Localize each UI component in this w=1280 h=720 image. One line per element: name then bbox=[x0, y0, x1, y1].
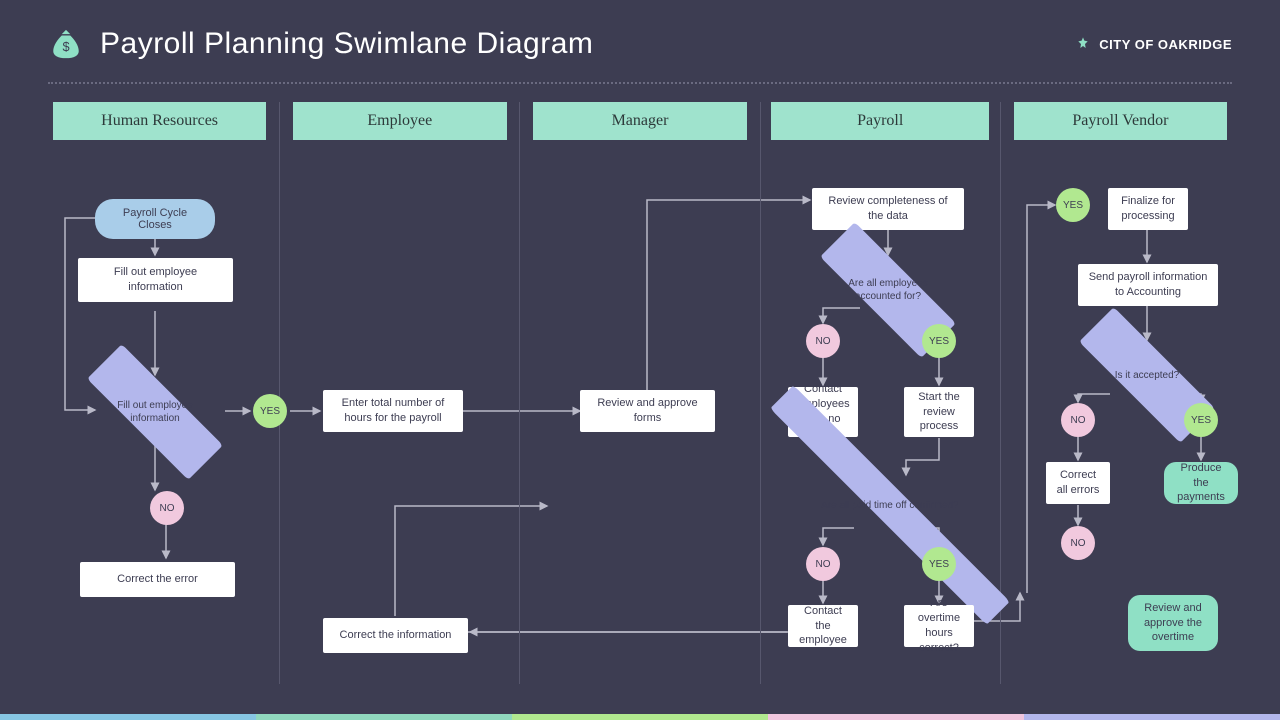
hr-correct: Correct the error bbox=[80, 562, 235, 597]
lane-header-emp: Employee bbox=[293, 102, 507, 140]
ven-accepted: Is it accepted? bbox=[1092, 340, 1202, 410]
hr-no: NO bbox=[150, 491, 184, 525]
pay-review-data: Review completeness of the data bbox=[812, 188, 964, 230]
svg-text:$: $ bbox=[62, 39, 69, 54]
pay-pto: Are all paid time off confirmed? bbox=[805, 475, 975, 535]
brand: CITY OF OAKRIDGE bbox=[1075, 36, 1232, 52]
ven-yes2: YES bbox=[1184, 403, 1218, 437]
ven-no2: NO bbox=[1061, 526, 1095, 560]
page-title: Payroll Planning Swimlane Diagram bbox=[100, 27, 593, 61]
lane-header-ven: Payroll Vendor bbox=[1014, 102, 1228, 140]
pay-no1: NO bbox=[806, 324, 840, 358]
ven-no1: NO bbox=[1061, 403, 1095, 437]
brand-label: CITY OF OAKRIDGE bbox=[1099, 37, 1232, 52]
ven-send-acct: Send payroll information to Accounting bbox=[1078, 264, 1218, 306]
hr-yes: YES bbox=[253, 394, 287, 428]
ven-correct-errors: Correct all errors bbox=[1046, 462, 1110, 504]
emp-correct-info: Correct the information bbox=[323, 618, 468, 653]
ven-yes1: YES bbox=[1056, 188, 1090, 222]
leaf-icon bbox=[1075, 36, 1091, 52]
ven-produce: Produce the payments bbox=[1164, 462, 1238, 504]
hr-fill-info: Fill out employee information bbox=[78, 258, 233, 302]
lane-header-mgr: Manager bbox=[533, 102, 747, 140]
lane-header-hr: Human Resources bbox=[53, 102, 267, 140]
money-bag-icon: $ bbox=[48, 26, 84, 62]
pay-overtime: Are overtime hours correct? bbox=[904, 605, 974, 647]
pay-yes1: YES bbox=[922, 324, 956, 358]
lane-header-pay: Payroll bbox=[771, 102, 989, 140]
pay-start-review: Start the review process bbox=[904, 387, 974, 437]
ven-review-ot: Review and approve the overtime bbox=[1128, 595, 1218, 651]
hr-decision: Fill out employee information bbox=[100, 377, 210, 447]
ven-finalize: Finalize for processing bbox=[1108, 188, 1188, 230]
pay-no2: NO bbox=[806, 547, 840, 581]
pay-accounted: Are all employees accounted for? bbox=[833, 255, 943, 325]
mgr-review: Review and approve forms bbox=[580, 390, 715, 432]
pay-yes2: YES bbox=[922, 547, 956, 581]
header: $ Payroll Planning Swimlane Diagram CITY… bbox=[0, 0, 1280, 72]
emp-enter-hours: Enter total number of hours for the payr… bbox=[323, 390, 463, 432]
start-node: Payroll Cycle Closes bbox=[95, 199, 215, 239]
footer-stripe bbox=[0, 714, 1280, 720]
pay-contact-emp: Contact the employee bbox=[788, 605, 858, 647]
